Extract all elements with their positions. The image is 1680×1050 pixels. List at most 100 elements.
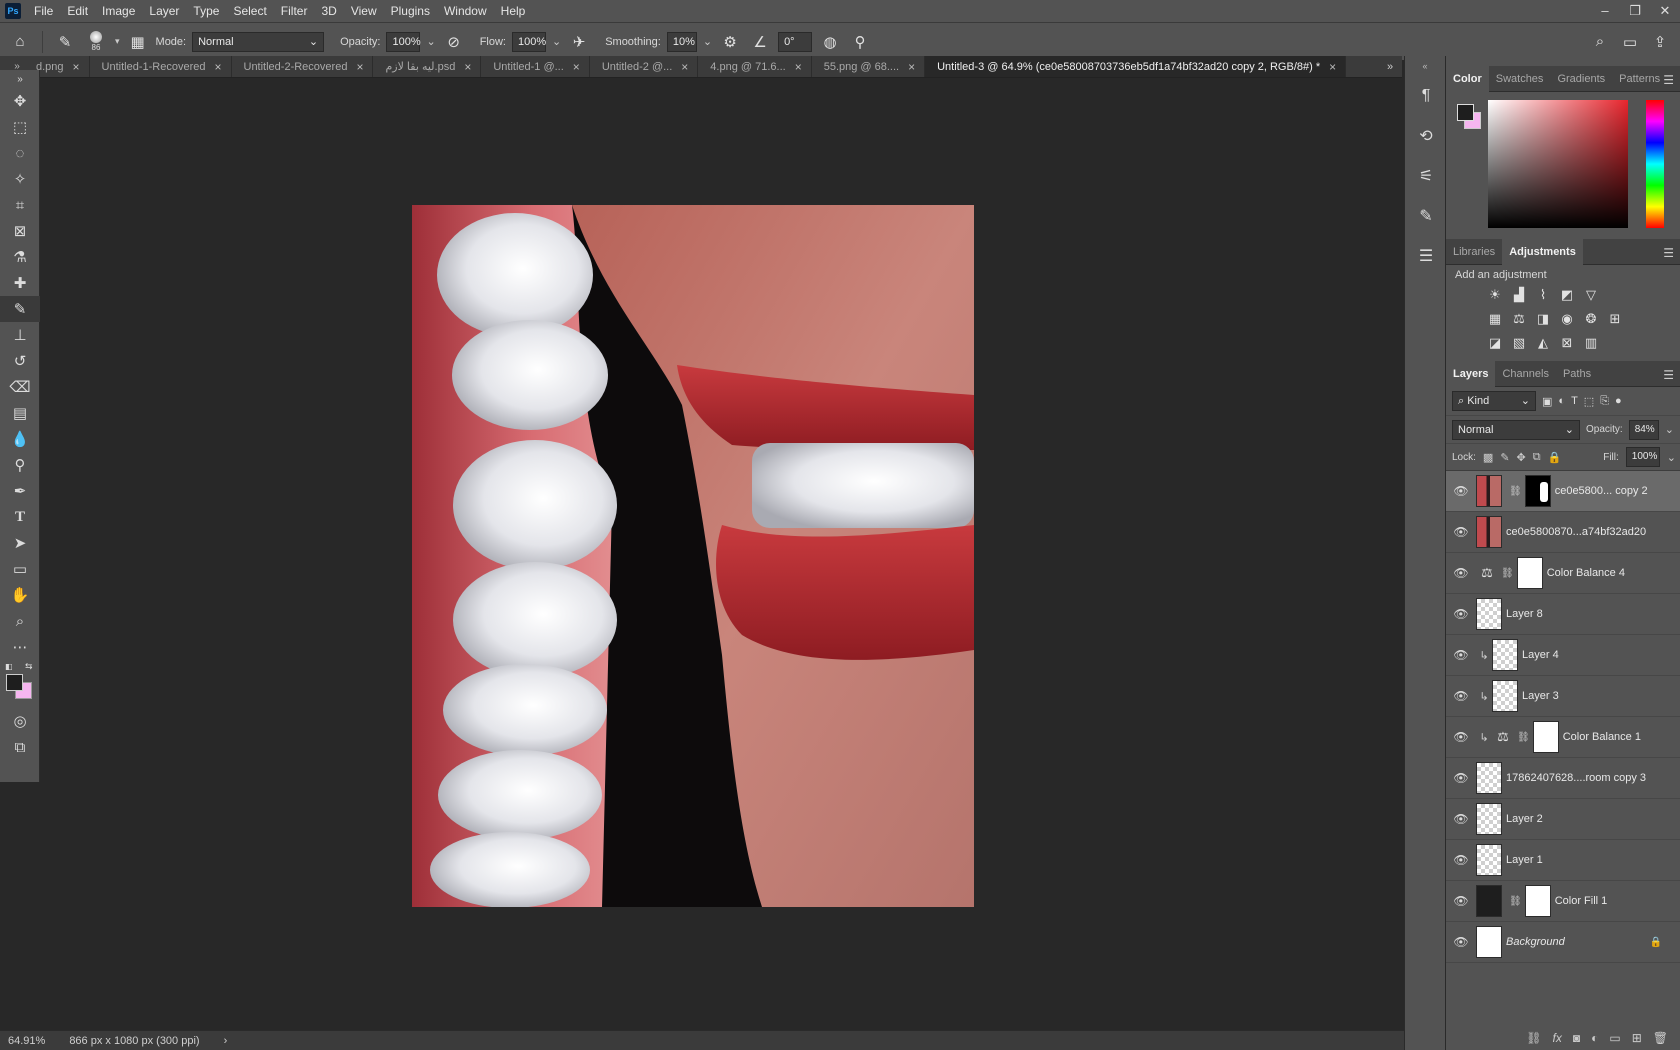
document-tab[interactable]: d.png × <box>34 56 90 77</box>
menu-type[interactable]: Type <box>186 0 226 22</box>
close-tab-icon[interactable]: × <box>356 60 363 74</box>
gear-icon[interactable]: ⚙ <box>718 30 742 54</box>
visibility-eye-icon[interactable]: 👁 <box>1446 566 1476 580</box>
panel-menu-icon[interactable]: ☰ <box>1663 368 1674 382</box>
photoshop-logo[interactable]: Ps <box>5 3 21 19</box>
menu-layer[interactable]: Layer <box>142 0 186 22</box>
toolbar-collapse-icon[interactable]: » <box>0 70 40 88</box>
document-tab[interactable]: Untitled-3 @ 64.9% (ce0e58008703736eb5df… <box>925 56 1347 77</box>
channel-mixer-icon[interactable]: ❂ <box>1582 310 1600 328</box>
layer-thumbnail[interactable] <box>1476 926 1502 958</box>
color-balance-icon[interactable]: ⚖ <box>1510 310 1528 328</box>
layer-row[interactable]: 👁 ↳ ⚖ ⛓ Color Balance 1 <box>1446 717 1680 758</box>
lock-icon[interactable]: 🔒 <box>1650 937 1662 948</box>
healing-brush-tool-icon[interactable]: ✚ <box>0 270 40 296</box>
filter-adjustment-icon[interactable]: ◐ <box>1558 395 1565 407</box>
marquee-tool-icon[interactable]: ⬚ <box>0 114 40 140</box>
delete-layer-icon[interactable]: 🗑 <box>1653 1031 1668 1045</box>
vibrance-icon[interactable]: ▽ <box>1582 286 1600 304</box>
foreground-color-swatch[interactable] <box>6 674 23 691</box>
levels-icon[interactable]: ▟ <box>1510 286 1528 304</box>
layer-thumbnail[interactable] <box>1476 844 1502 876</box>
document-tab[interactable]: Untitled-1-Recovered × <box>90 56 232 77</box>
visibility-eye-icon[interactable]: 👁 <box>1446 730 1476 744</box>
document-tab[interactable]: 55.png @ 68.... × <box>812 56 926 77</box>
move-tool-icon[interactable]: ✥ <box>0 88 40 114</box>
panel-menu-icon[interactable]: ☰ <box>1663 246 1674 260</box>
chevron-down-icon[interactable]: ⌄ <box>1665 423 1674 436</box>
menu-image[interactable]: Image <box>95 0 142 22</box>
threshold-icon[interactable]: ◭ <box>1534 334 1552 352</box>
lock-position-icon[interactable]: ✥ <box>1517 451 1526 464</box>
adjustments-presets-icon[interactable]: ☰ <box>1405 236 1447 276</box>
document-tab[interactable]: Untitled-2-Recovered × <box>232 56 374 77</box>
more-tools-icon[interactable]: ⋯ <box>0 634 40 660</box>
layer-kind-filter[interactable]: ⌕ Kind ⌄ <box>1452 391 1536 411</box>
layer-thumbnail[interactable] <box>1476 803 1502 835</box>
dodge-tool-icon[interactable]: ⚲ <box>0 452 40 478</box>
layer-row[interactable]: 👁 17862407628....room copy 3 <box>1446 758 1680 799</box>
layer-mask-thumbnail[interactable] <box>1524 885 1551 917</box>
quick-mask-icon[interactable]: ◎ <box>0 708 40 734</box>
mode-select[interactable]: Normal ⌄ <box>192 31 325 52</box>
blur-tool-icon[interactable]: 💧 <box>0 426 40 452</box>
layer-opacity-field[interactable]: 84% <box>1628 419 1659 440</box>
lock-all-icon[interactable]: 🔒 <box>1548 451 1562 464</box>
swap-colors-icon[interactable]: ⇆ <box>25 661 33 672</box>
zoom-tool-icon[interactable]: ⌕ <box>0 608 40 634</box>
menu-window[interactable]: Window <box>437 0 494 22</box>
eyedropper-tool-icon[interactable]: ⚗ <box>0 244 40 270</box>
filter-toggle-icon[interactable]: ● <box>1615 395 1622 407</box>
layer-row[interactable]: 👁 Layer 1 <box>1446 840 1680 881</box>
path-selection-tool-icon[interactable]: ➤ <box>0 530 40 556</box>
strip-collapse-icon[interactable]: « <box>1405 56 1445 76</box>
filter-shape-icon[interactable]: ⬚ <box>1584 395 1594 408</box>
menu-edit[interactable]: Edit <box>60 0 95 22</box>
add-mask-icon[interactable]: ◙ <box>1573 1031 1580 1045</box>
layer-mask-thumbnail[interactable] <box>1516 557 1543 589</box>
tab-libraries[interactable]: Libraries <box>1446 239 1502 265</box>
layer-thumbnail[interactable] <box>1476 762 1502 794</box>
exposure-icon[interactable]: ◩ <box>1558 286 1576 304</box>
color-field[interactable] <box>1488 100 1628 228</box>
menu-select[interactable]: Select <box>226 0 273 22</box>
link-icon[interactable]: ⛓ <box>1509 486 1522 497</box>
layer-thumbnail[interactable] <box>1476 475 1502 507</box>
menu-file[interactable]: File <box>27 0 60 22</box>
color-lookup-icon[interactable]: ⊞ <box>1606 310 1624 328</box>
hue-saturation-icon[interactable]: ▦ <box>1486 310 1504 328</box>
smoothing-field[interactable]: 10% <box>666 31 697 52</box>
tab-gradients[interactable]: Gradients <box>1550 66 1612 92</box>
airbrush-icon[interactable]: ✈ <box>567 30 591 54</box>
pen-tool-icon[interactable]: ✒ <box>0 478 40 504</box>
close-tab-icon[interactable]: × <box>1329 60 1336 74</box>
new-adjustment-layer-icon[interactable]: ◐ <box>1591 1031 1598 1045</box>
brush-size-picker[interactable]: 86 <box>83 31 109 52</box>
home-icon[interactable]: ⌂ <box>8 30 32 54</box>
filter-smart-object-icon[interactable]: ⎘ <box>1600 395 1609 408</box>
document-image[interactable] <box>412 205 974 907</box>
brush-tool-preset-icon[interactable]: ✎ <box>53 30 77 54</box>
lasso-tool-icon[interactable]: ◌ <box>0 140 40 166</box>
layer-row[interactable]: 👁 Layer 2 <box>1446 799 1680 840</box>
filter-type-icon[interactable]: T <box>1571 395 1578 407</box>
crop-tool-icon[interactable]: ⌗ <box>0 192 40 218</box>
eraser-tool-icon[interactable]: ⌫ <box>0 374 40 400</box>
chevron-down-icon[interactable]: ⌄ <box>1667 451 1676 464</box>
quick-selection-tool-icon[interactable]: ✧ <box>0 166 40 192</box>
selective-color-icon[interactable]: ⊠ <box>1558 334 1576 352</box>
close-tab-icon[interactable]: × <box>908 60 915 74</box>
layer-style-icon[interactable]: fx <box>1553 1031 1562 1045</box>
symmetry-icon[interactable]: ⚲ <box>848 30 872 54</box>
rectangle-tool-icon[interactable]: ▭ <box>0 556 40 582</box>
angle-field[interactable]: 0° <box>778 31 813 52</box>
panel-menu-icon[interactable]: ☰ <box>1663 73 1674 87</box>
opacity-field[interactable]: 100% <box>386 31 421 52</box>
tab-patterns[interactable]: Patterns <box>1612 66 1667 92</box>
layer-row[interactable]: 👁 ⚖ ⛓ Color Balance 4 <box>1446 553 1680 594</box>
layer-thumbnail[interactable] <box>1476 885 1502 917</box>
document-tab[interactable]: ليه بقا لازم.psd × <box>373 56 482 77</box>
posterize-icon[interactable]: ▧ <box>1510 334 1528 352</box>
pressure-size-icon[interactable]: ◍ <box>818 30 842 54</box>
tab-layers[interactable]: Layers <box>1446 360 1496 387</box>
